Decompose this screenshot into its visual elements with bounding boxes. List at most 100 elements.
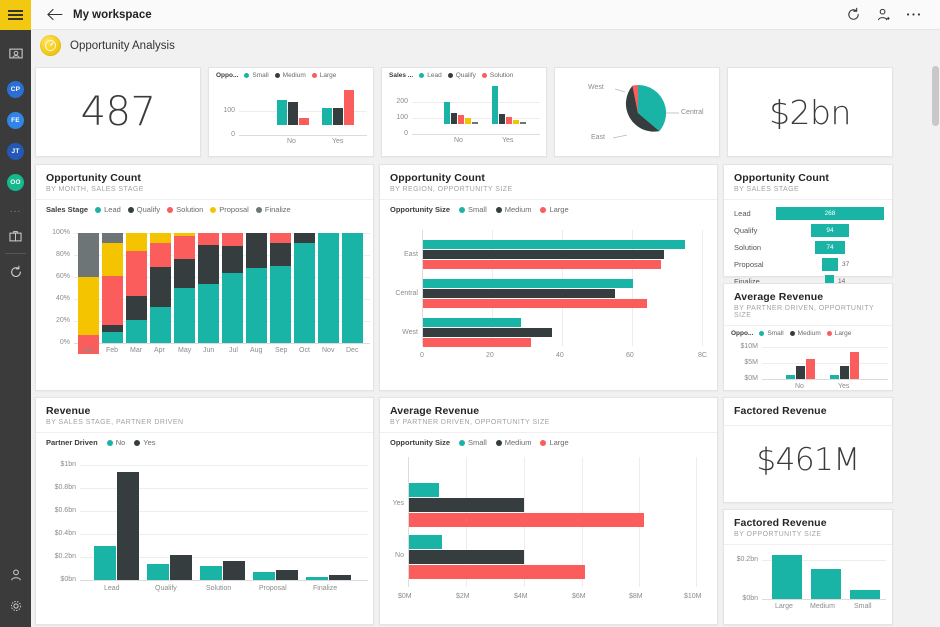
bar-no-small[interactable] xyxy=(277,100,287,125)
bar-yes-large[interactable] xyxy=(850,352,859,379)
bar-yes-finalize[interactable] xyxy=(520,122,526,124)
bar-small[interactable] xyxy=(850,590,880,599)
legend-item-medium[interactable]: Medium xyxy=(496,205,532,214)
scrollbar-thumb[interactable] xyxy=(932,66,939,126)
legend-item-solution[interactable]: Solution xyxy=(167,205,203,214)
legend-item-medium[interactable]: Medium xyxy=(275,72,306,79)
stack-aug[interactable] xyxy=(246,233,267,343)
more-workspaces-button[interactable]: ... xyxy=(0,198,31,220)
tile-revenue-by-stage[interactable]: Revenue BY SALES STAGE, PARTNER DRIVEN P… xyxy=(35,397,374,625)
chart-average-revenue-big[interactable]: Yes No $0M $2M $4M $6M $8M $10M xyxy=(380,449,717,607)
bar-no-qualify[interactable] xyxy=(451,113,457,124)
legend-item-qualify[interactable]: Qualify xyxy=(128,205,160,214)
legend-item-qualify[interactable]: Qualify xyxy=(448,72,476,79)
funnel-bar[interactable] xyxy=(822,258,838,271)
bar-east-medium[interactable] xyxy=(423,250,664,259)
tile-opportunity-count-by-month[interactable]: Opportunity Count BY MONTH, SALES STAGE … xyxy=(35,164,374,391)
bar-yes-proposal[interactable] xyxy=(513,120,519,124)
bar-yes-large[interactable] xyxy=(409,513,644,527)
legend-item-large[interactable]: Large xyxy=(540,438,568,447)
stack-feb[interactable] xyxy=(102,233,123,343)
bar-no-large[interactable] xyxy=(409,565,585,579)
bar-central-large[interactable] xyxy=(423,299,647,308)
bar-yes-medium[interactable] xyxy=(840,366,849,379)
legend-item-small[interactable]: Small xyxy=(459,205,487,214)
chart-opportunity-count-by-region[interactable]: East Central West 0 20 40 60 xyxy=(380,216,717,373)
bar-yes-lead[interactable] xyxy=(492,86,498,124)
bar-proposal-no[interactable] xyxy=(253,572,275,580)
workspace-avatar-jt[interactable]: JT xyxy=(0,136,31,167)
tile-region-pie[interactable]: West Central East xyxy=(554,67,720,157)
bar-qualify-yes[interactable] xyxy=(170,555,192,580)
bar-finalize-no[interactable] xyxy=(306,577,328,580)
briefcase-icon[interactable] xyxy=(0,220,31,251)
bar-no-medium[interactable] xyxy=(409,550,524,564)
bar-yes-small[interactable] xyxy=(409,483,439,497)
tile-opportunity-count-by-region[interactable]: Opportunity Count BY REGION, OPPORTUNITY… xyxy=(379,164,718,391)
bar-lead-yes[interactable] xyxy=(117,472,139,580)
tile-opportunity-count-by-stage[interactable]: Opportunity Count BY SALES STAGE Lead 26… xyxy=(723,164,893,277)
bar-central-small[interactable] xyxy=(423,279,633,288)
tile-mini-opportunity-size[interactable]: Oppo... Small Medium Large xyxy=(208,67,374,157)
favorites-icon[interactable] xyxy=(0,38,31,69)
funnel-row-qualify[interactable]: Qualify 94 xyxy=(724,222,892,239)
bar-lead-no[interactable] xyxy=(94,546,116,580)
refresh-icon[interactable] xyxy=(0,256,31,287)
bar-no-proposal[interactable] xyxy=(465,118,471,124)
hamburger-icon[interactable] xyxy=(0,0,31,30)
bar-medium[interactable] xyxy=(811,569,841,599)
stack-apr[interactable] xyxy=(150,233,171,343)
bar-yes-medium[interactable] xyxy=(409,498,524,512)
legend-item-proposal[interactable]: Proposal xyxy=(210,205,249,214)
chart-region-pie[interactable]: West Central East xyxy=(555,68,719,158)
bar-yes-small[interactable] xyxy=(830,375,839,379)
stack-jan[interactable] xyxy=(78,233,99,343)
vertical-scrollbar[interactable] xyxy=(931,30,940,627)
stack-jun[interactable] xyxy=(198,233,219,343)
bar-no-large[interactable] xyxy=(299,118,309,125)
chart-opportunity-count-by-stage[interactable]: Lead 268 Qualify 94 xyxy=(724,200,892,290)
more-options-icon[interactable] xyxy=(898,2,928,28)
funnel-bar[interactable]: 268 xyxy=(776,207,884,220)
legend-item-medium[interactable]: Medium xyxy=(790,330,821,337)
bar-yes-solution[interactable] xyxy=(506,117,512,124)
legend-item-lead[interactable]: Lead xyxy=(95,205,121,214)
tile-average-revenue-small[interactable]: Average Revenue BY PARTNER DRIVEN, OPPOR… xyxy=(723,283,893,391)
bar-yes-medium[interactable] xyxy=(333,108,343,125)
tile-average-revenue-big[interactable]: Average Revenue BY PARTNER DRIVEN, OPPOR… xyxy=(379,397,718,625)
bar-no-solution[interactable] xyxy=(458,115,464,124)
stack-dec[interactable] xyxy=(342,233,363,343)
chart-revenue-by-stage[interactable]: $1bn $0.8bn $0.6bn $0.4bn $0.2bn $0bn xyxy=(36,449,373,607)
bar-yes-small[interactable] xyxy=(322,108,332,125)
legend-item-large[interactable]: Large xyxy=(827,330,852,337)
chart-opportunity-count-by-month[interactable]: 100% 80% 60% 40% 20% 0% xyxy=(36,216,373,373)
stack-nov[interactable] xyxy=(318,233,339,343)
bar-no-large[interactable] xyxy=(806,359,815,379)
legend-item-large[interactable]: Large xyxy=(312,72,337,79)
chart-average-revenue-small[interactable]: $10M $5M $0M No Yes xyxy=(724,338,892,400)
funnel-bar[interactable]: 94 xyxy=(811,224,849,237)
bar-central-medium[interactable] xyxy=(423,289,615,298)
bar-west-small[interactable] xyxy=(423,318,521,327)
bar-no-small[interactable] xyxy=(786,375,795,379)
bar-no-small[interactable] xyxy=(409,535,442,549)
add-person-icon[interactable] xyxy=(868,2,898,28)
bar-east-small[interactable] xyxy=(423,240,685,249)
bar-large[interactable] xyxy=(772,555,802,599)
legend-item-yes[interactable]: Yes xyxy=(134,438,155,447)
legend-item-finalize[interactable]: Finalize xyxy=(256,205,291,214)
bar-no-medium[interactable] xyxy=(796,366,805,379)
stack-sep[interactable] xyxy=(270,233,291,343)
bar-no-finalize[interactable] xyxy=(472,122,478,124)
bar-qualify-no[interactable] xyxy=(147,564,169,580)
legend-item-large[interactable]: Large xyxy=(540,205,568,214)
legend-item-small[interactable]: Small xyxy=(459,438,487,447)
tile-revenue-kpi[interactable]: $2bn xyxy=(727,67,893,157)
legend-item-medium[interactable]: Medium xyxy=(496,438,532,447)
stack-mar[interactable] xyxy=(126,233,147,343)
bar-east-large[interactable] xyxy=(423,260,661,269)
chart-factored-revenue-by-size[interactable]: $0.2bn $0bn Large Medium Small xyxy=(724,545,892,623)
legend-item-small[interactable]: Small xyxy=(244,72,268,79)
chart-mini-opportunity-size[interactable]: 100 0 No Yes xyxy=(209,80,373,148)
stack-jul[interactable] xyxy=(222,233,243,343)
